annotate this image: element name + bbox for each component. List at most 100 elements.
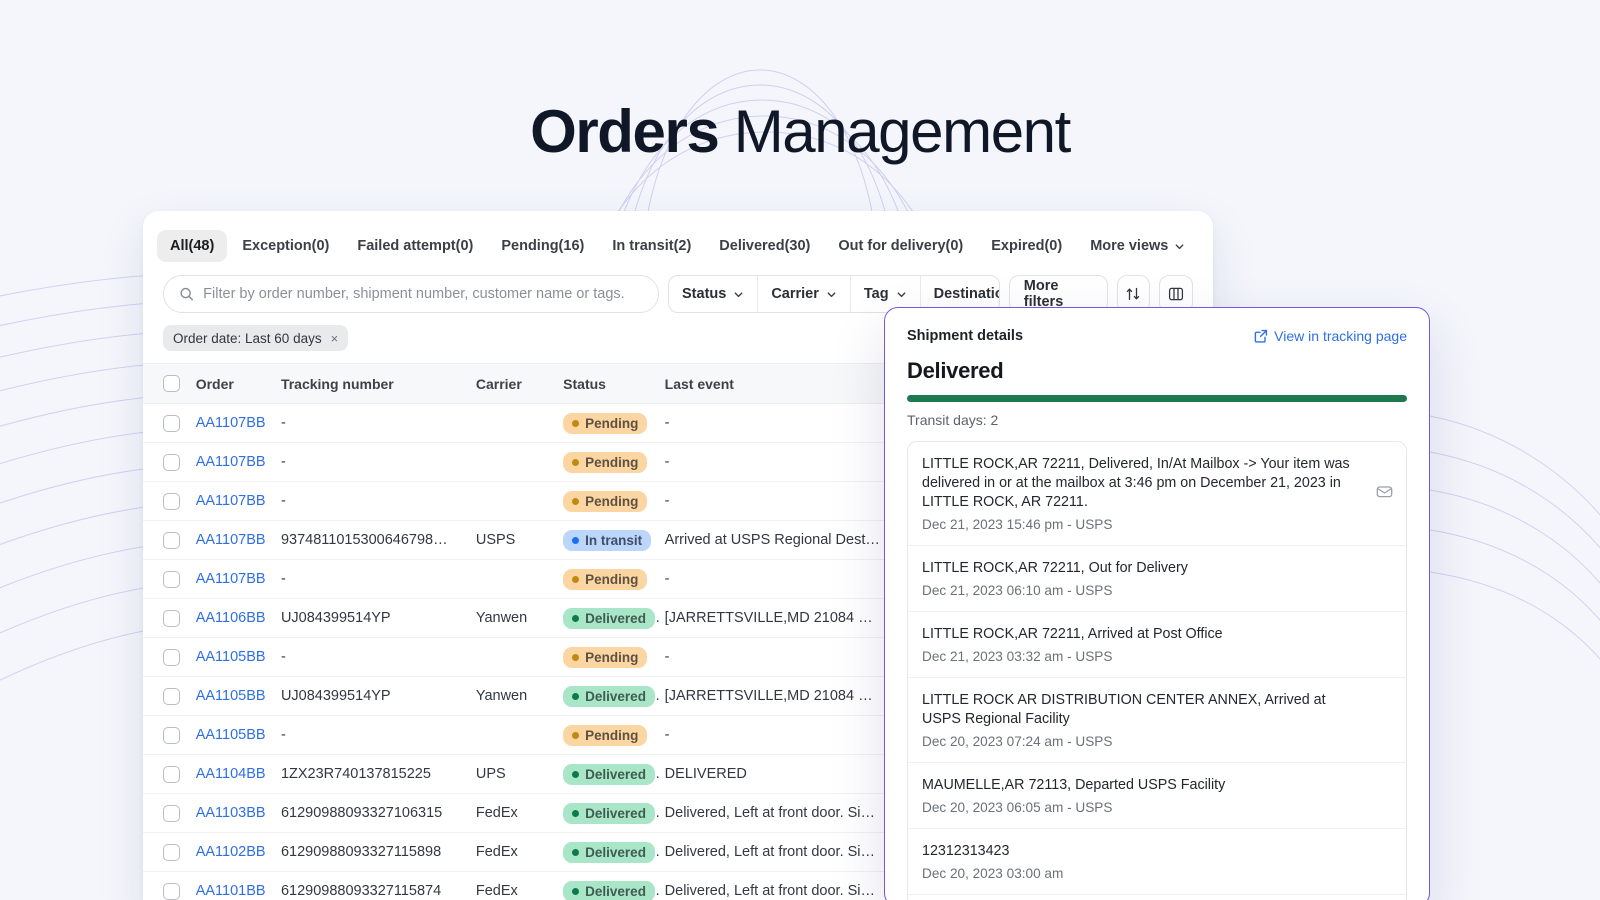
cell-last-event: [JARRETTSVILLE,MD 21084 U… [659, 599, 888, 638]
order-link[interactable]: AA1107BB [196, 571, 266, 587]
row-checkbox[interactable] [163, 493, 180, 510]
shipment-details-header: Shipment details View in tracking page [907, 328, 1407, 344]
more-views-label: More views [1090, 238, 1168, 254]
row-checkbox[interactable] [163, 805, 180, 822]
cell-status: Delivered [557, 755, 659, 794]
tab-exception[interactable]: Exception(0) [229, 230, 342, 262]
status-badge-label: Pending [585, 728, 638, 743]
status-badge: Delivered [563, 686, 655, 707]
order-link[interactable]: AA1105BB [196, 649, 266, 665]
order-link[interactable]: AA1103BB [196, 805, 266, 821]
row-checkbox-cell [143, 599, 190, 638]
cell-status: In transit [557, 521, 659, 560]
row-checkbox[interactable] [163, 571, 180, 588]
row-checkbox[interactable] [163, 766, 180, 783]
row-checkbox[interactable] [163, 454, 180, 471]
order-link[interactable]: AA1102BB [196, 844, 266, 860]
row-checkbox[interactable] [163, 883, 180, 900]
row-checkbox[interactable] [163, 727, 180, 744]
page-title: Orders Management [0, 96, 1600, 168]
tracking-event-meta: Dec 21, 2023 06:10 am - USPS [922, 583, 1390, 598]
select-all-checkbox[interactable] [163, 375, 180, 392]
tracking-event: LITTLE ROCK,AR 72211, Delivered, In/At M… [908, 442, 1406, 546]
shipment-details-panel: Shipment details View in tracking page D… [884, 307, 1430, 900]
cell-tracking-number: 61290988093327106315 [275, 794, 470, 833]
status-badge: Pending [563, 491, 647, 512]
applied-filter-label: Order date: Last 60 days [173, 331, 322, 346]
status-badge: Delivered [563, 842, 655, 863]
tab-pending[interactable]: Pending(16) [488, 230, 597, 262]
row-checkbox[interactable] [163, 649, 180, 666]
cell-status: Delivered [557, 833, 659, 872]
status-badge-label: Pending [585, 416, 638, 431]
carrier-filter-dropdown[interactable]: Carrier [758, 276, 851, 312]
column-header-order[interactable]: Order [190, 364, 275, 404]
view-in-tracking-page-link[interactable]: View in tracking page [1254, 328, 1407, 344]
tab-expired[interactable]: Expired(0) [978, 230, 1075, 262]
order-link[interactable]: AA1107BB [196, 454, 266, 470]
cell-carrier [470, 716, 557, 755]
status-dot-icon [572, 771, 579, 778]
cell-last-event: DELIVERED [659, 755, 888, 794]
status-badge: In transit [563, 530, 651, 551]
order-link[interactable]: AA1105BB [196, 688, 266, 704]
column-header-tracking-number[interactable]: Tracking number [275, 364, 470, 404]
row-checkbox-cell [143, 755, 190, 794]
column-header-status[interactable]: Status [557, 364, 659, 404]
order-link[interactable]: AA1107BB [196, 493, 266, 509]
status-badge: Pending [563, 452, 647, 473]
order-link[interactable]: AA1107BB [196, 532, 266, 548]
status-dot-icon [572, 459, 579, 466]
cell-status: Delivered [557, 794, 659, 833]
order-link[interactable]: AA1106BB [196, 610, 266, 626]
row-checkbox[interactable] [163, 532, 180, 549]
cell-carrier: FedEx [470, 794, 557, 833]
row-checkbox[interactable] [163, 610, 180, 627]
tracking-events-list[interactable]: LITTLE ROCK,AR 72211, Delivered, In/At M… [907, 441, 1407, 900]
tab-delivered[interactable]: Delivered(30) [706, 230, 823, 262]
tab-in-transit[interactable]: In transit(2) [599, 230, 704, 262]
row-checkbox-cell [143, 833, 190, 872]
tracking-event-meta: Dec 21, 2023 03:32 am - USPS [922, 649, 1390, 664]
search-box[interactable] [163, 275, 659, 313]
order-link[interactable]: AA1101BB [196, 883, 266, 899]
applied-filter-order-date[interactable]: Order date: Last 60 days × [163, 325, 348, 351]
cell-carrier [470, 560, 557, 599]
cell-last-event: - [659, 443, 888, 482]
chevron-down-icon [896, 289, 907, 300]
tab-failed-attempt[interactable]: Failed attempt(0) [344, 230, 486, 262]
carrier-filter-label: Carrier [771, 286, 819, 302]
status-badge-label: Delivered [585, 806, 646, 821]
status-filter-dropdown[interactable]: Status [669, 276, 758, 312]
cell-carrier: FedEx [470, 833, 557, 872]
cell-status: Pending [557, 638, 659, 677]
column-header-carrier[interactable]: Carrier [470, 364, 557, 404]
row-checkbox[interactable] [163, 415, 180, 432]
cell-tracking-number: 9374811015300646798… [275, 521, 470, 560]
tracking-event-meta: Dec 21, 2023 15:46 pm - USPS [922, 517, 1390, 532]
email-icon[interactable] [1376, 483, 1393, 505]
search-input[interactable] [203, 286, 643, 302]
status-dot-icon [572, 498, 579, 505]
cell-status: Delivered [557, 677, 659, 716]
status-badge-label: Delivered [585, 611, 646, 626]
column-header-last-event[interactable]: Last event [659, 364, 888, 404]
cell-tracking-number: - [275, 443, 470, 482]
cell-tracking-number: UJ084399514YP [275, 677, 470, 716]
row-checkbox[interactable] [163, 688, 180, 705]
close-icon[interactable]: × [331, 332, 339, 345]
row-checkbox-cell [143, 794, 190, 833]
view-tabs: All(48) Exception(0) Failed attempt(0) P… [143, 211, 1213, 267]
destination-filter-label: Destination [934, 286, 1000, 302]
tab-out-for-delivery[interactable]: Out for delivery(0) [825, 230, 976, 262]
tab-all[interactable]: All(48) [157, 230, 227, 262]
tag-filter-label: Tag [864, 286, 889, 302]
order-link[interactable]: AA1104BB [196, 766, 266, 782]
cell-status: Pending [557, 560, 659, 599]
row-checkbox[interactable] [163, 844, 180, 861]
more-views-button[interactable]: More views [1077, 230, 1198, 262]
external-link-icon [1254, 329, 1268, 343]
cell-order: AA1103BB [190, 794, 275, 833]
order-link[interactable]: AA1105BB [196, 727, 266, 743]
order-link[interactable]: AA1107BB [196, 415, 266, 431]
